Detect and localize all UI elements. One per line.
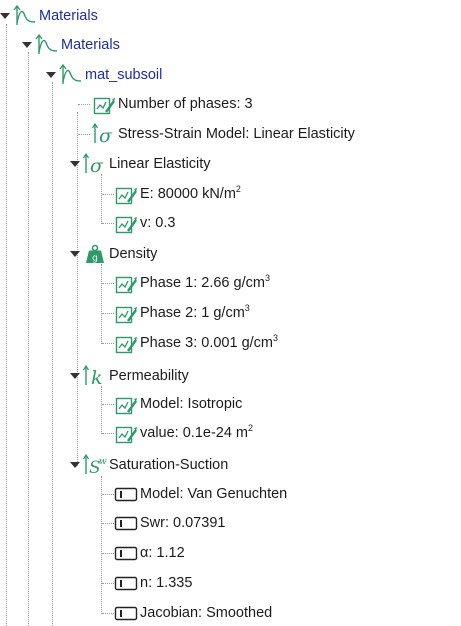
node-label: Stress-Strain Model: Linear Elasticity [118,126,355,142]
tree-node-swr[interactable]: Swr: 0.07391 [114,511,225,535]
tree-node-number-of-phases[interactable]: Number of phases: 3 [92,92,253,116]
tree-node-permeability-value[interactable]: value: 0.1e-24 m2 [114,421,253,445]
tree-node-permeability-model[interactable]: Model: Isotropic [114,392,242,416]
node-label: Swr: 0.07391 [140,515,226,531]
input-field-icon [114,601,138,625]
node-label: Model: Isotropic [140,396,243,412]
node-label: Density [109,246,158,262]
parameter-icon [114,392,138,416]
svg-text:w: w [99,457,107,467]
svg-text:g: g [92,254,98,264]
node-label: E: 80000 kN/m2 [140,184,241,203]
svg-text:σ: σ [99,125,113,146]
node-label: Phase 2: 1 g/cm3 [140,303,250,322]
parameter-icon [92,92,116,116]
node-label: Permeability [109,368,189,384]
parameter-icon [114,331,138,355]
input-field-icon [114,482,138,506]
node-label: Jacobian: Smoothed [140,605,273,621]
collapse-triangle-icon[interactable] [70,159,80,169]
input-field-icon [114,511,138,535]
tree-node-density[interactable]: g Density [70,242,157,266]
tree-node-n[interactable]: n: 1.335 [114,571,192,595]
parameter-icon [114,421,138,445]
collapse-triangle-icon[interactable] [0,11,10,21]
parameter-icon [114,271,138,295]
collapse-triangle-icon[interactable] [70,249,80,259]
sigma-icon: σ [83,152,107,176]
sigma-icon: σ [92,122,116,146]
tree-node-saturation-model[interactable]: Model: Van Genuchten [114,482,287,506]
node-label: Saturation-Suction [109,457,229,473]
tree-node-materials-root[interactable]: Materials [0,4,98,28]
tree-node-phase-3[interactable]: Phase 3: 0.001 g/cm3 [114,331,278,355]
node-label: Phase 3: 0.001 g/cm3 [140,333,279,352]
parameter-icon [114,211,138,235]
tree-node-stress-strain-model[interactable]: σ Stress-Strain Model: Linear Elasticity [92,122,355,146]
curve-icon [35,33,59,57]
tree-node-jacobian[interactable]: Jacobian: Smoothed [114,601,272,625]
tree-node-phase-1[interactable]: Phase 1: 2.66 g/cm3 [114,271,270,295]
svg-text:k: k [91,367,103,388]
node-label: Materials [61,37,120,53]
node-label: value: 0.1e-24 m2 [140,423,254,442]
node-label: Model: Van Genuchten [140,486,288,502]
tree-node-mat-subsoil[interactable]: mat_subsoil [46,63,162,87]
tree-node-saturation-suction[interactable]: Sw Saturation-Suction [70,453,228,477]
node-label: Number of phases: 3 [118,96,253,112]
tree-node-materials[interactable]: Materials [22,33,120,57]
node-label: Phase 1: 2.66 g/cm3 [140,273,270,292]
node-label: v: 0.3 [140,215,176,231]
sw-icon: Sw [83,453,107,477]
node-label: n: 1.335 [140,575,193,591]
materials-tree-panel: { "tree": { "root": {"label": "Materials… [0,0,461,626]
collapse-triangle-icon[interactable] [22,40,32,50]
tree-node-poisson[interactable]: v: 0.3 [114,211,175,235]
curve-icon [59,63,83,87]
node-label: mat_subsoil [85,67,163,83]
svg-text:σ: σ [90,155,104,176]
weight-icon: g [83,242,107,266]
tree-node-alpha[interactable]: α: 1.12 [114,541,185,565]
curve-icon [13,4,37,28]
input-field-icon [114,571,138,595]
parameter-icon [114,301,138,325]
node-label: Materials [39,8,98,24]
input-field-icon [114,541,138,565]
tree-node-e-modulus[interactable]: E: 80000 kN/m2 [114,182,241,206]
tree-node-permeability[interactable]: k Permeability [70,364,189,388]
node-label: α: 1.12 [140,545,185,561]
collapse-triangle-icon[interactable] [70,371,80,381]
tree-node-phase-2[interactable]: Phase 2: 1 g/cm3 [114,301,250,325]
collapse-triangle-icon[interactable] [70,460,80,470]
collapse-triangle-icon[interactable] [46,70,56,80]
tree-node-linear-elasticity[interactable]: σ Linear Elasticity [70,152,211,176]
node-label: Linear Elasticity [109,156,211,172]
k-icon: k [83,364,107,388]
parameter-icon [114,182,138,206]
